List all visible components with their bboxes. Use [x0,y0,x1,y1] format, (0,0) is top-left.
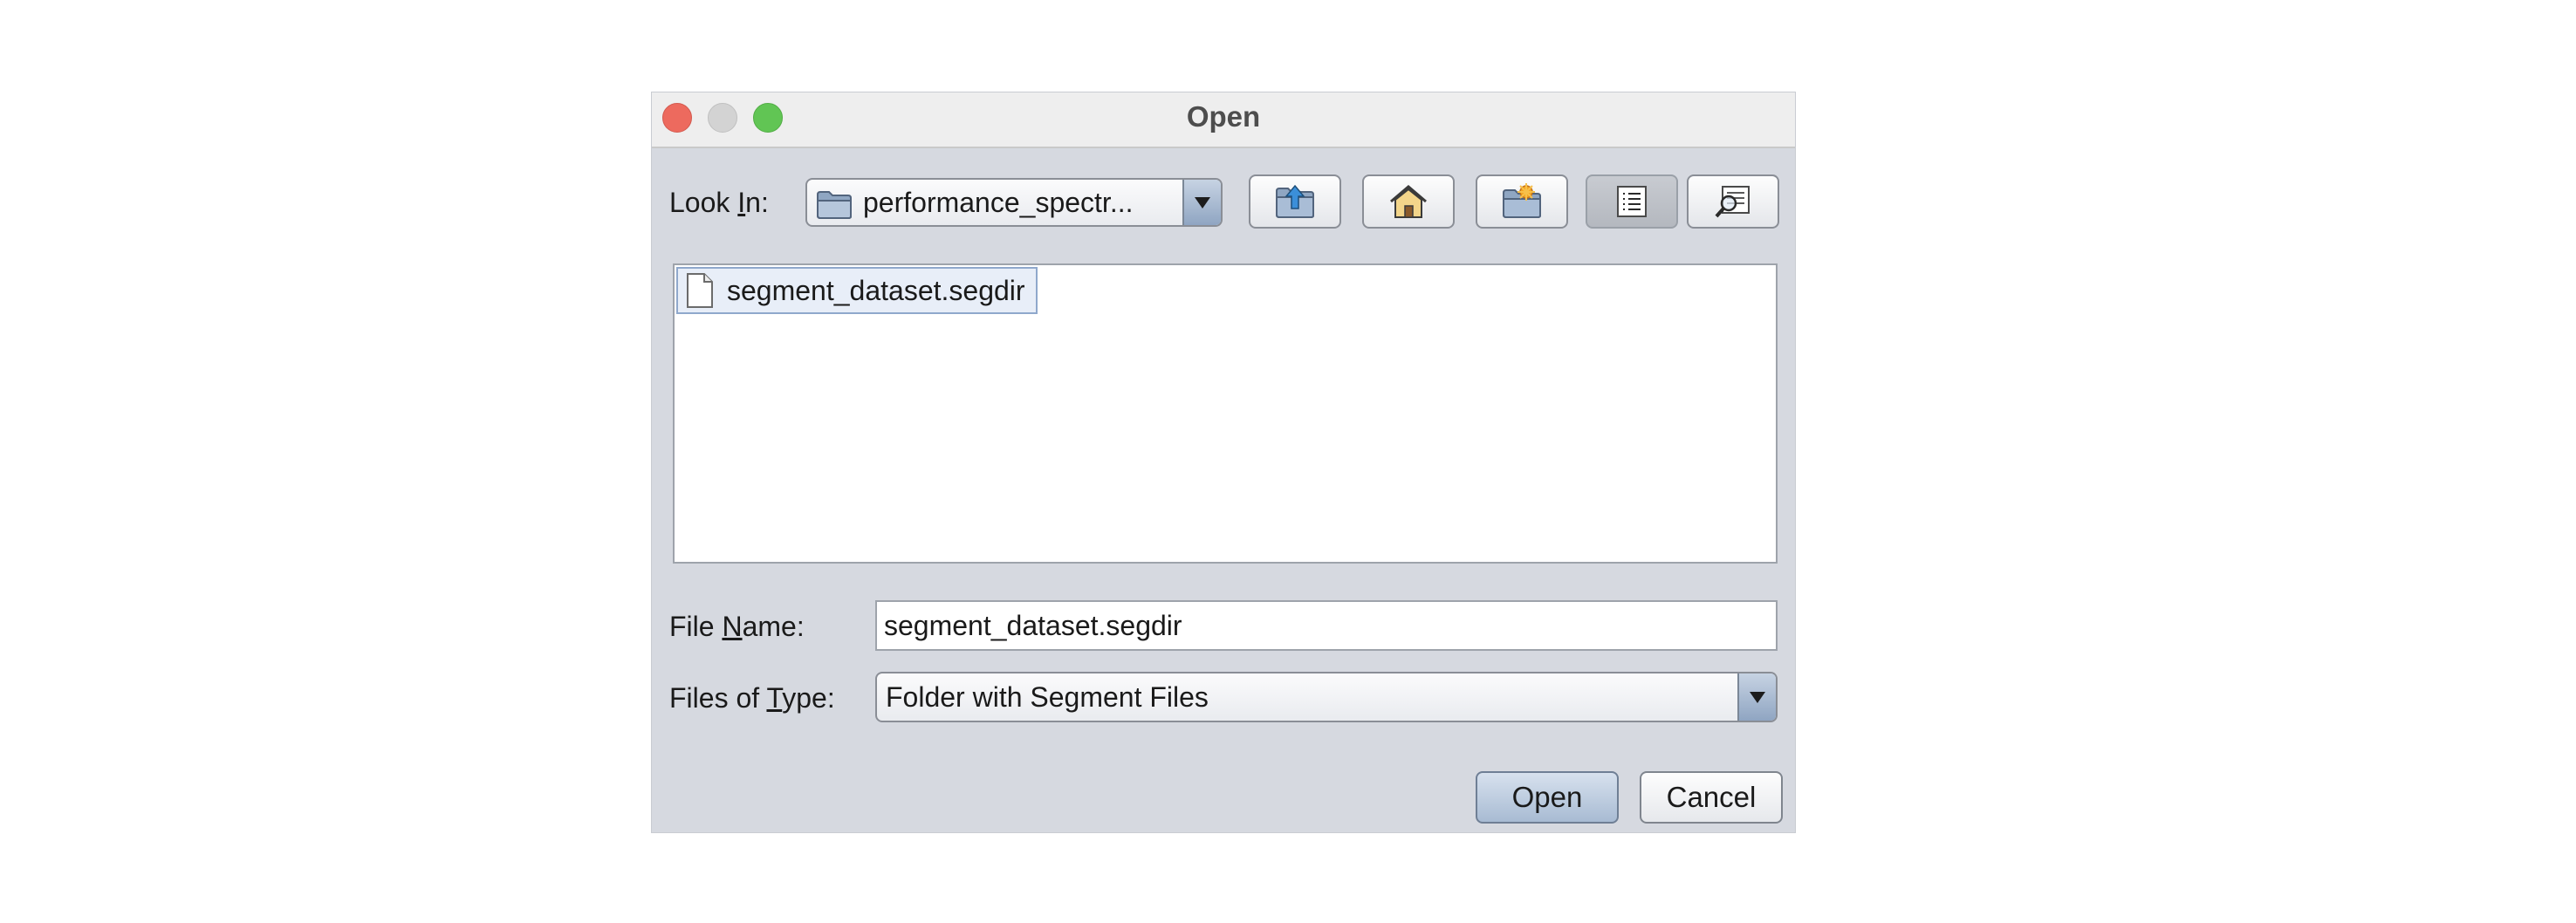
dialog-title: Open [1186,100,1261,133]
files-of-type-combo[interactable]: Folder with Segment Files [875,672,1778,722]
look-in-value: performance_spectr... [863,187,1134,218]
files-of-type-value: Folder with Segment Files [886,681,1209,713]
open-button[interactable]: Open [1476,771,1619,824]
list-item[interactable]: segment_dataset.segdir [676,267,1038,314]
chevron-down-icon[interactable] [1182,180,1221,225]
details-view-icon [1715,186,1750,218]
folder-up-icon [1276,184,1314,218]
details-view-button[interactable] [1687,174,1779,229]
files-of-type-label: Files of Type: [669,682,835,714]
open-dialog: Open Look In: performance_spectr... segm… [652,92,1795,832]
list-view-icon [1617,186,1647,217]
file-name-label: File Name: [669,611,805,642]
new-folder-button[interactable] [1476,174,1568,229]
cancel-button[interactable]: Cancel [1640,771,1783,824]
chevron-down-icon[interactable] [1737,673,1776,721]
title-bar: Open [652,92,1795,148]
file-name-input[interactable]: segment_dataset.segdir [875,600,1778,651]
file-list[interactable]: segment_dataset.segdir [673,263,1778,564]
list-view-button[interactable] [1586,174,1678,229]
new-folder-icon [1503,183,1541,218]
file-icon [687,273,713,308]
home-icon [1390,185,1427,218]
look-in-combo[interactable]: performance_spectr... [805,178,1223,227]
folder-icon [817,191,852,219]
file-name-label: segment_dataset.segdir [727,274,1025,306]
home-button[interactable] [1362,174,1455,229]
up-one-level-button[interactable] [1249,174,1341,229]
look-in-label: Look In: [669,187,769,218]
